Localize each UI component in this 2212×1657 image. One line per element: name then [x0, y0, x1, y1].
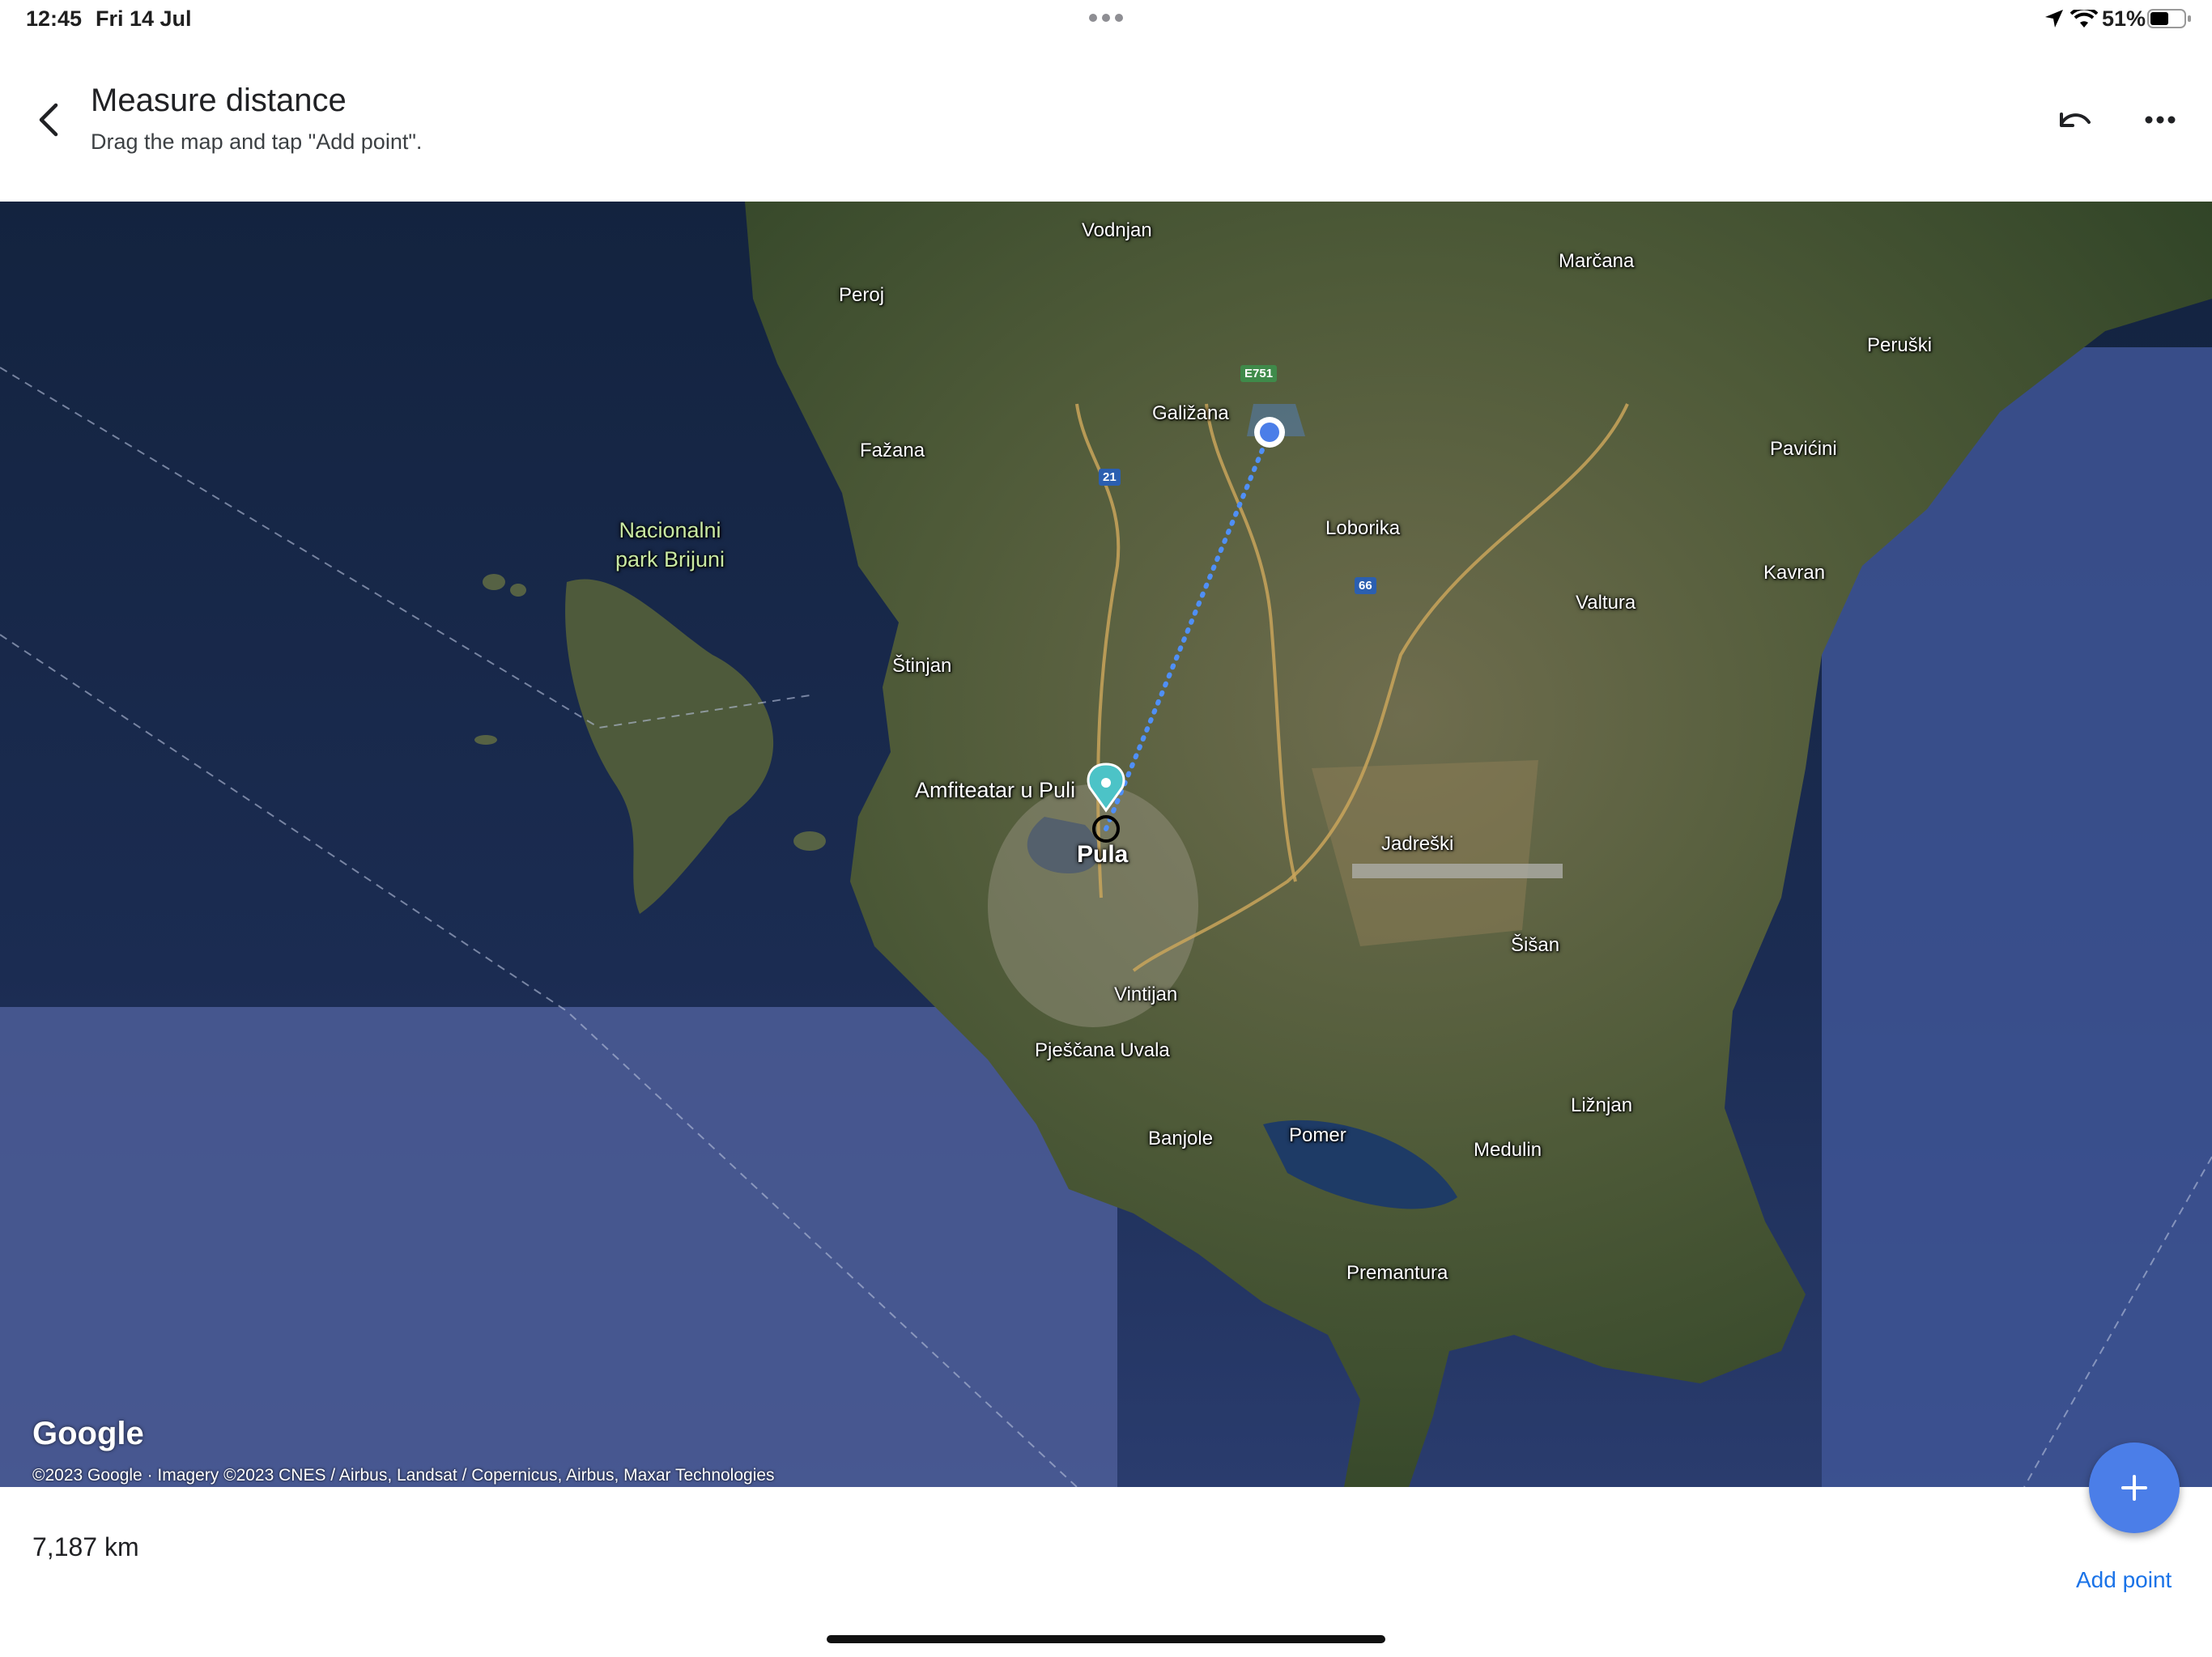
chevron-left-icon [39, 103, 58, 137]
place-label[interactable]: Pavićini [1770, 438, 1837, 461]
map-attribution: ©2023 Google · Imagery ©2023 CNES / Airb… [32, 1466, 775, 1485]
more-options-button[interactable] [2136, 96, 2184, 144]
wifi-icon [2070, 10, 2098, 28]
park-label-brijuni[interactable]: Nacionalni park Brijuni [615, 516, 725, 574]
google-logo: Google [32, 1416, 144, 1451]
place-label[interactable]: Valtura [1576, 592, 1636, 614]
add-point-label[interactable]: Add point [2076, 1567, 2172, 1593]
multitasking-dots-icon[interactable] [1087, 11, 1125, 24]
place-label[interactable]: Galižana [1152, 402, 1229, 425]
back-button[interactable] [24, 96, 73, 144]
undo-icon [2060, 113, 2091, 127]
park-label-line: park Brijuni [615, 547, 725, 571]
page-subtitle: Drag the map and tap "Add point". [91, 130, 423, 154]
status-time: 12:45 [26, 6, 83, 31]
place-label[interactable]: Peroj [839, 284, 884, 307]
road-shield-e751: E751 [1240, 365, 1278, 382]
page-title: Measure distance [91, 83, 347, 118]
total-distance: 7,187 km [32, 1532, 139, 1561]
place-label[interactable]: Banjole [1148, 1128, 1213, 1150]
battery-percentage: 51% [2102, 6, 2146, 31]
place-label[interactable]: Loborika [1325, 517, 1400, 540]
place-label[interactable]: Peruški [1867, 334, 1932, 357]
place-label[interactable]: Vintijan [1114, 984, 1177, 1006]
place-label[interactable]: Marčana [1559, 250, 1634, 273]
road-shield-66: 66 [1355, 577, 1376, 594]
place-label[interactable]: Kavran [1763, 562, 1825, 584]
place-label[interactable]: Pješčana Uvala [1035, 1039, 1170, 1062]
place-label[interactable]: Vodnjan [1082, 219, 1152, 242]
place-label[interactable]: Jadreški [1381, 833, 1453, 856]
home-indicator[interactable] [827, 1635, 1385, 1643]
location-arrow-icon [2045, 10, 2063, 28]
more-horizontal-icon [2145, 116, 2176, 124]
place-label-amfiteatar[interactable]: Amfiteatar u Puli [915, 778, 1075, 803]
battery-icon [2147, 9, 2191, 28]
place-label-pula[interactable]: Pula [1077, 841, 1128, 869]
place-label[interactable]: Ližnjan [1571, 1094, 1632, 1117]
place-label[interactable]: Pomer [1289, 1124, 1346, 1147]
plus-icon [2121, 1475, 2147, 1501]
place-label[interactable]: Šišan [1511, 934, 1559, 957]
add-point-button[interactable] [2089, 1442, 2180, 1533]
satellite-map[interactable]: E751 21 66 Vodnjan Marčana Peroj Peruški… [0, 202, 2212, 1487]
undo-button[interactable] [2050, 96, 2099, 144]
place-label[interactable]: Fažana [860, 440, 925, 462]
road-shield-21: 21 [1099, 469, 1121, 486]
park-label-line: Nacionalni [619, 518, 721, 542]
status-date: Fri 14 Jul [96, 6, 192, 31]
place-label[interactable]: Medulin [1474, 1139, 1542, 1162]
place-label[interactable]: Štinjan [892, 655, 951, 678]
place-label[interactable]: Premantura [1346, 1262, 1448, 1285]
